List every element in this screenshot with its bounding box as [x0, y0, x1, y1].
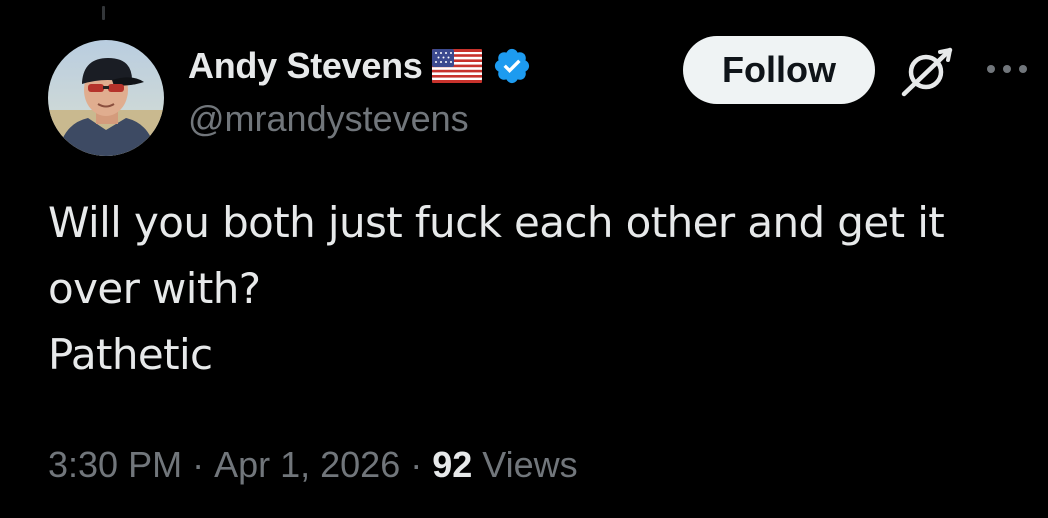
tweet-text-line: over with? [48, 264, 261, 313]
views-label[interactable]: Views [482, 444, 577, 486]
tweet-text-line: Will you both just fuck each other and g… [48, 198, 945, 247]
tweet-meta: 3:30 PM · Apr 1, 2026 · 92 Views [48, 444, 578, 486]
more-icon[interactable] [984, 60, 1030, 78]
tweet-time[interactable]: 3:30 PM [48, 444, 182, 486]
avatar-photo [48, 40, 164, 156]
tweet-text-line: Pathetic [48, 330, 213, 379]
avatar[interactable] [48, 40, 164, 156]
views-count[interactable]: 92 [432, 444, 472, 486]
meta-separator: · [192, 444, 205, 485]
author-handle[interactable]: @mrandystevens [188, 98, 469, 140]
tweet-date[interactable]: Apr 1, 2026 [214, 444, 400, 486]
grok-icon[interactable] [896, 44, 956, 100]
us-flag-icon [432, 49, 483, 83]
meta-separator: · [410, 444, 423, 485]
verified-badge-icon[interactable] [492, 46, 532, 86]
author-display-name[interactable]: Andy Stevens [188, 45, 423, 87]
follow-button[interactable]: Follow [683, 36, 875, 104]
thread-connector-line [102, 6, 105, 20]
author-name-row: Andy Stevens [188, 42, 532, 90]
tweet-text: Will you both just fuck each other and g… [48, 190, 1028, 388]
